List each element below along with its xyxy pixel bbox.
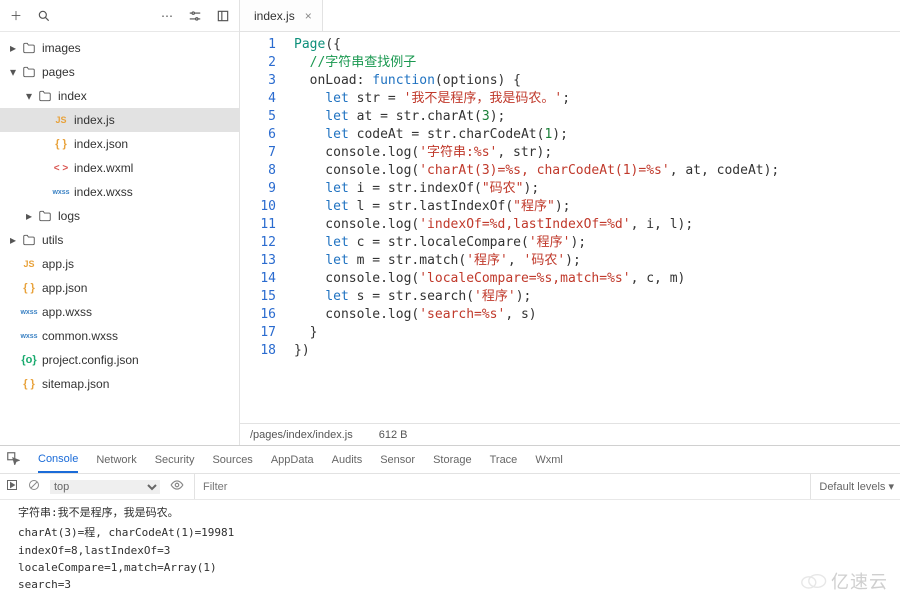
eye-icon[interactable]: [170, 478, 184, 495]
devtools-panel: Console Network Security Sources AppData Audi…: [0, 445, 900, 600]
devtools-tab-console[interactable]: Console: [38, 453, 78, 473]
console-line: 字符串:我不是程序，我是码农。: [0, 502, 900, 522]
tree-item-label: index.json: [74, 137, 128, 151]
tab-index-js[interactable]: index.js ×: [240, 0, 323, 31]
element-picker-icon[interactable]: [6, 451, 20, 468]
console-line: indexOf=8,lastIndexOf=3: [0, 542, 900, 559]
console-line: search=3: [0, 576, 900, 593]
new-file-button[interactable]: ＋: [2, 2, 30, 30]
tree-item-label: pages: [42, 65, 75, 79]
devtools-tabs: Console Network Security Sources AppData Audi…: [0, 446, 900, 474]
status-path: /pages/index/index.js: [250, 429, 353, 441]
devtools-tab-audits[interactable]: Audits: [332, 454, 363, 466]
more-icon[interactable]: ⋯: [153, 2, 181, 30]
search-button[interactable]: [30, 2, 58, 30]
line-gutter: 123456789101112131415161718: [240, 32, 286, 423]
filter-input[interactable]: [194, 474, 800, 499]
tree-item-label: project.config.json: [42, 353, 139, 367]
tab-title: index.js: [254, 9, 295, 23]
json-icon: { }: [52, 138, 70, 150]
twisty-icon[interactable]: ▸: [6, 233, 20, 247]
console-toolbar: top Default levels ▾: [0, 474, 900, 500]
file-explorer: ＋ ⋯ ▸ images ▾ pages ▾ index JS index.js { } inde…: [0, 0, 240, 445]
tree-item-label: app.js: [42, 257, 74, 271]
clear-console-icon[interactable]: [28, 479, 40, 494]
tree-item-images[interactable]: ▸ images: [0, 36, 239, 60]
wxss-icon: wxss: [52, 189, 70, 196]
json-icon: { }: [20, 282, 38, 294]
tree-item-app-json[interactable]: { } app.json: [0, 276, 239, 300]
tree-item-label: index.js: [74, 113, 115, 127]
tree-item-utils[interactable]: ▸ utils: [0, 228, 239, 252]
explorer-toolbar: ＋ ⋯: [0, 0, 239, 32]
tree-item-project-config-json[interactable]: {o} project.config.json: [0, 348, 239, 372]
tree-item-label: index.wxml: [74, 161, 133, 175]
tree-item-label: common.wxss: [42, 329, 118, 343]
play-icon[interactable]: [6, 479, 18, 494]
tree-item-label: app.json: [42, 281, 87, 295]
editor-tabs: index.js ×: [240, 0, 900, 32]
js-icon: JS: [52, 115, 70, 125]
tree-item-logs[interactable]: ▸ logs: [0, 204, 239, 228]
folder-icon: [20, 233, 38, 247]
twisty-icon[interactable]: ▸: [22, 209, 36, 223]
json-g-icon: {o}: [20, 354, 38, 366]
console-line: localeCompare=1,match=Array(1): [0, 559, 900, 576]
tree-item-label: app.wxss: [42, 305, 92, 319]
folder-icon: [20, 41, 38, 55]
tree-item-index-wxss[interactable]: wxss index.wxss: [0, 180, 239, 204]
status-size: 612 B: [379, 429, 408, 441]
xml-icon: < >: [52, 163, 70, 174]
devtools-tab-trace[interactable]: Trace: [490, 454, 518, 466]
tree-item-app-wxss[interactable]: wxss app.wxss: [0, 300, 239, 324]
file-tree[interactable]: ▸ images ▾ pages ▾ index JS index.js { } index.js…: [0, 32, 239, 445]
console-output[interactable]: 字符串:我不是程序，我是码农。charAt(3)=程, charCodeAt(1…: [0, 500, 900, 600]
js-icon: JS: [20, 259, 38, 269]
tree-item-label: utils: [42, 233, 63, 247]
devtools-tab-network[interactable]: Network: [96, 454, 136, 466]
tree-item-label: logs: [58, 209, 80, 223]
tree-item-app-js[interactable]: JS app.js: [0, 252, 239, 276]
status-bar: /pages/index/index.js 612 B: [240, 423, 900, 445]
collapse-tree-icon[interactable]: [209, 2, 237, 30]
tree-item-label: index: [58, 89, 87, 103]
devtools-tab-security[interactable]: Security: [155, 454, 195, 466]
settings-sliders-icon[interactable]: [181, 2, 209, 30]
devtools-tab-wxml[interactable]: Wxml: [535, 454, 563, 466]
json-icon: { }: [20, 378, 38, 390]
wxss-icon: wxss: [20, 333, 38, 340]
tree-item-sitemap-json[interactable]: { } sitemap.json: [0, 372, 239, 396]
folder-icon: [36, 89, 54, 103]
wxss-icon: wxss: [20, 309, 38, 316]
tree-item-index-json[interactable]: { } index.json: [0, 132, 239, 156]
devtools-tab-sources[interactable]: Sources: [212, 454, 252, 466]
code-content[interactable]: Page({ //字符串查找例子 onLoad: function(option…: [286, 32, 779, 423]
tree-item-label: images: [42, 41, 81, 55]
twisty-icon[interactable]: ▸: [6, 41, 20, 55]
tree-item-index-wxml[interactable]: < > index.wxml: [0, 156, 239, 180]
twisty-icon[interactable]: ▾: [6, 65, 20, 79]
tree-item-common-wxss[interactable]: wxss common.wxss: [0, 324, 239, 348]
context-select[interactable]: top: [50, 480, 160, 494]
folder-icon: [20, 65, 38, 79]
devtools-tab-storage[interactable]: Storage: [433, 454, 472, 466]
devtools-tab-sensor[interactable]: Sensor: [380, 454, 415, 466]
twisty-icon[interactable]: ▾: [22, 89, 36, 103]
devtools-tab-appdata[interactable]: AppData: [271, 454, 314, 466]
tree-item-pages[interactable]: ▾ pages: [0, 60, 239, 84]
folder-icon: [36, 209, 54, 223]
code-editor[interactable]: 123456789101112131415161718 Page({ //字符串…: [240, 32, 900, 423]
tree-item-label: index.wxss: [74, 185, 133, 199]
editor-pane: index.js × 123456789101112131415161718 P…: [240, 0, 900, 445]
log-levels-select[interactable]: Default levels ▾: [810, 474, 894, 499]
watermark: 亿速云: [799, 568, 888, 594]
console-line: charAt(3)=程, charCodeAt(1)=19981: [0, 522, 900, 542]
tree-item-index-js[interactable]: JS index.js: [0, 108, 239, 132]
tree-item-label: sitemap.json: [42, 377, 109, 391]
tree-item-index[interactable]: ▾ index: [0, 84, 239, 108]
close-icon[interactable]: ×: [305, 9, 312, 23]
